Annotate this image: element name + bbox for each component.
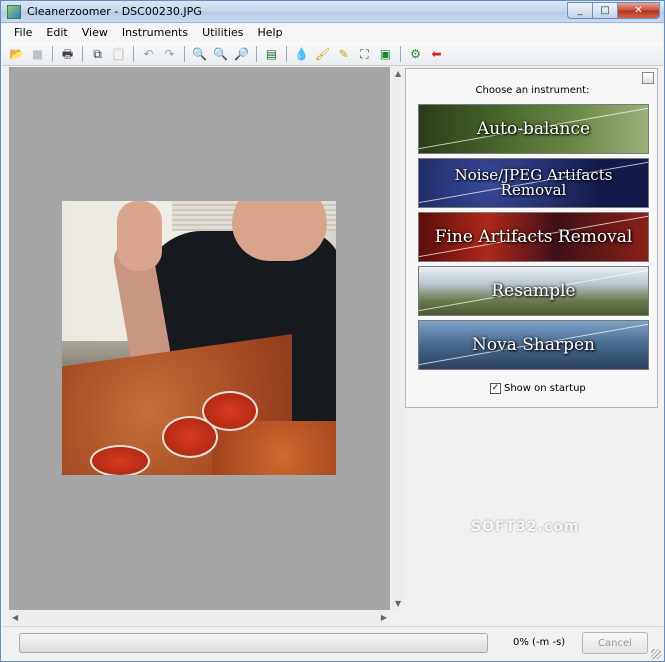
save-icon[interactable]: ■ [28,44,47,63]
toolbar-separator [52,45,53,62]
menu-bar: File Edit View Instruments Utilities Hel… [2,24,663,42]
zoom-in-icon[interactable]: 🔍 [190,44,209,63]
resize-grip-icon[interactable] [651,649,661,659]
window-title: Cleanerzoomer - DSC00230.JPG [27,5,202,18]
menu-help[interactable]: Help [251,24,290,42]
copy-icon[interactable]: ⧉ [88,44,107,63]
instrument-nova-sharpen[interactable]: Nova Sharpen [418,320,649,370]
scroll-down-arrow-icon[interactable]: ▼ [395,599,401,608]
scroll-right-arrow-icon[interactable]: ▶ [381,613,387,622]
toolbar-separator [184,45,185,62]
watermark: SOFT32.com [471,519,580,535]
broom-icon[interactable]: 🖌 [313,44,332,63]
title-bar[interactable]: Cleanerzoomer - DSC00230.JPG _ □ ✕ [1,1,664,23]
show-on-startup-checkbox[interactable]: ✓ [490,383,501,394]
instrument-panel: Choose an instrument: Auto-balance Noise… [405,68,658,408]
toolbar-separator [400,45,401,62]
fit-window-icon[interactable]: ⛶ [355,44,374,63]
panel-collapse-button[interactable] [642,72,654,84]
app-icon [7,5,21,19]
toolbar-separator [133,45,134,62]
zoom-out-icon[interactable]: 🔍 [211,44,230,63]
scroll-left-arrow-icon[interactable]: ◀ [12,613,18,622]
redo-icon[interactable]: ↷ [160,44,179,63]
droplet-icon[interactable]: 💧 [292,44,311,63]
paste-icon[interactable]: 📋 [109,44,128,63]
instrument-noise-jpeg-removal[interactable]: Noise/JPEG Artifacts Removal [418,158,649,208]
show-on-startup-label: Show on startup [504,383,586,394]
close-button[interactable]: ✕ [617,2,660,19]
image-canvas[interactable] [9,67,390,610]
menu-view[interactable]: View [75,24,115,42]
minimize-button[interactable]: _ [567,2,592,19]
show-on-startup-option[interactable]: ✓ Show on startup [490,383,586,394]
horizontal-scrollbar[interactable]: ◀ ▶ [9,610,390,625]
toolbar: 📂 ■ 🖶 ⧉ 📋 ↶ ↷ 🔍 🔍 🔎 ▤ 💧 🖌 ✎ ⛶ ▣ ⚙ ⬅ [2,42,663,66]
magic-brush-icon[interactable]: ✎ [334,44,353,63]
caption-buttons: _ □ ✕ [567,2,660,19]
image-icon[interactable]: ▣ [376,44,395,63]
undo-icon[interactable]: ↶ [139,44,158,63]
maximize-button[interactable]: □ [592,2,617,19]
menu-edit[interactable]: Edit [39,24,74,42]
print-icon[interactable]: 🖶 [58,44,77,63]
scroll-up-arrow-icon[interactable]: ▲ [395,69,401,78]
photo-preview [62,201,336,475]
zoom-actual-icon[interactable]: 🔎 [232,44,251,63]
instrument-auto-balance[interactable]: Auto-balance [418,104,649,154]
instrument-fine-artifacts-removal[interactable]: Fine Artifacts Removal [418,212,649,262]
toolbar-separator [256,45,257,62]
back-red-icon[interactable]: ⬅ [427,44,446,63]
instrument-resample[interactable]: Resample [418,266,649,316]
vertical-scrollbar[interactable]: ▲ ▼ [391,67,405,610]
toolbar-separator [286,45,287,62]
progress-bar [19,633,488,653]
panel-heading: Choose an instrument: [475,85,590,96]
open-icon[interactable]: 📂 [7,44,26,63]
application-window: Cleanerzoomer - DSC00230.JPG _ □ ✕ File … [0,0,665,662]
menu-file[interactable]: File [7,24,39,42]
status-bar: 0% (-m -s) Cancel [2,626,663,661]
progress-text: 0% (-m -s) [513,637,566,648]
menu-instruments[interactable]: Instruments [115,24,195,42]
settings-icon[interactable]: ⚙ [406,44,425,63]
menu-utilities[interactable]: Utilities [195,24,250,42]
filmstrip-icon[interactable]: ▤ [262,44,281,63]
toolbar-separator [82,45,83,62]
cancel-button[interactable]: Cancel [582,632,648,654]
